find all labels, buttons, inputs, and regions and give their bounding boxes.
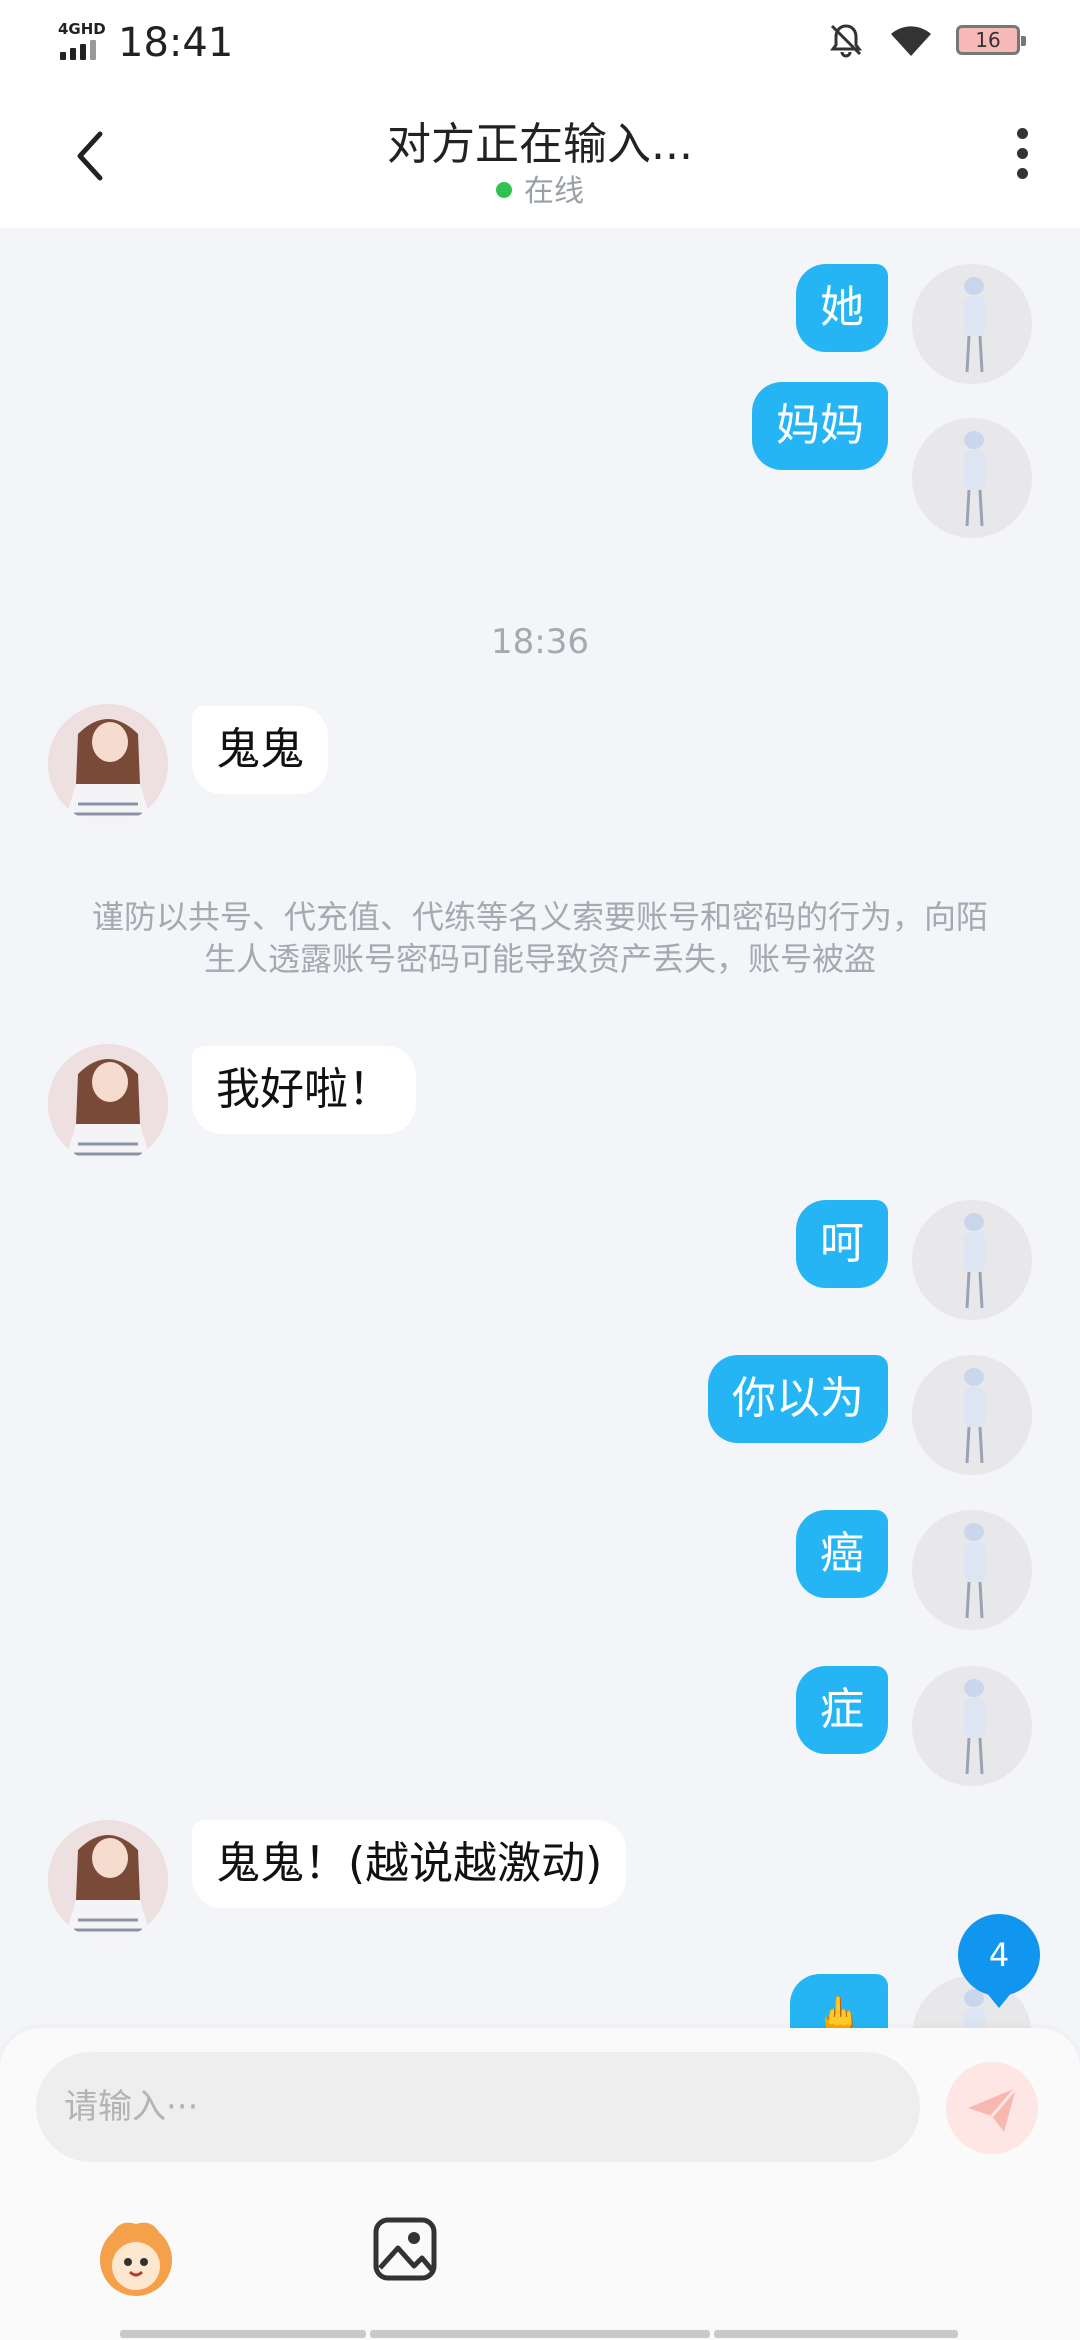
my-avatar[interactable] bbox=[912, 1355, 1032, 1475]
my-avatar[interactable] bbox=[912, 1666, 1032, 1786]
anime-girl-avatar-icon bbox=[912, 1666, 1032, 1786]
my-avatar[interactable] bbox=[912, 1200, 1032, 1320]
security-notice: 谨防以共号、代充值、代练等名义索要账号和密码的行为，向陌生人透露账号密码可能导致… bbox=[91, 898, 988, 978]
anime-maid-avatar-icon bbox=[48, 1820, 168, 1940]
anime-girl-avatar-icon bbox=[912, 1200, 1032, 1320]
image-picker-icon[interactable] bbox=[370, 2214, 440, 2284]
incoming-message-bubble[interactable]: 我好啦！ bbox=[192, 1046, 416, 1134]
emoji-sticker-icon[interactable] bbox=[88, 2208, 184, 2304]
mute-bell-icon bbox=[830, 24, 862, 58]
anime-maid-avatar-icon bbox=[48, 1044, 168, 1164]
status-bar: 4GHD 18:41 16 bbox=[0, 0, 1080, 84]
chat-title: 对方正在输入... bbox=[387, 119, 693, 170]
battery-level: 16 bbox=[975, 28, 1001, 52]
clock: 18:41 bbox=[118, 20, 234, 66]
anime-girl-avatar-icon bbox=[912, 1510, 1032, 1630]
contact-avatar[interactable] bbox=[48, 704, 168, 824]
more-options-icon[interactable] bbox=[1004, 128, 1040, 188]
network-type: 4GHD bbox=[58, 20, 106, 38]
outgoing-message-bubble[interactable]: 她 bbox=[796, 264, 888, 352]
outgoing-message-bubble[interactable]: 你以为 bbox=[708, 1355, 888, 1443]
my-avatar[interactable] bbox=[912, 1510, 1032, 1630]
incoming-message-bubble[interactable]: 鬼鬼！(越说越激动) bbox=[192, 1820, 627, 1908]
outgoing-message-bubble[interactable]: 癌 bbox=[796, 1510, 888, 1598]
outgoing-message-bubble[interactable]: 呵 bbox=[796, 1200, 888, 1288]
incoming-message-bubble[interactable]: 鬼鬼 bbox=[192, 706, 328, 794]
chat-header: 对方正在输入... 在线 bbox=[0, 84, 1080, 228]
signal-icon: 4GHD bbox=[58, 20, 106, 60]
message-composer bbox=[0, 2028, 1080, 2340]
my-avatar[interactable] bbox=[912, 418, 1032, 538]
anime-girl-avatar-icon bbox=[912, 418, 1032, 538]
anime-girl-avatar-icon bbox=[912, 264, 1032, 384]
outgoing-message-bubble[interactable]: 妈妈 bbox=[752, 382, 888, 470]
message-timestamp: 18:36 bbox=[491, 622, 589, 662]
contact-avatar[interactable] bbox=[48, 1820, 168, 1940]
anime-maid-avatar-icon bbox=[48, 704, 168, 824]
wifi-icon bbox=[891, 26, 931, 56]
system-nav-bar bbox=[0, 2330, 1080, 2340]
online-status: 在线 bbox=[0, 166, 1080, 210]
send-button[interactable] bbox=[946, 2062, 1038, 2154]
paper-plane-icon bbox=[968, 2087, 1018, 2132]
online-status-label: 在线 bbox=[524, 174, 584, 209]
message-list[interactable]: 她 妈妈 18:36 鬼鬼 谨防以共号、代充值、代练等名义索要账号和密码的行为，… bbox=[0, 228, 1080, 2028]
contact-avatar[interactable] bbox=[48, 1044, 168, 1164]
online-dot-icon bbox=[496, 182, 512, 198]
battery-icon: 16 bbox=[956, 25, 1026, 55]
message-input[interactable] bbox=[36, 2052, 920, 2162]
outgoing-message-bubble[interactable]: 症 bbox=[796, 1666, 888, 1754]
outgoing-message-bubble[interactable]: 🖕 bbox=[790, 1974, 888, 2028]
anime-girl-avatar-icon bbox=[912, 1355, 1032, 1475]
my-avatar[interactable] bbox=[912, 264, 1032, 384]
unread-count-badge[interactable]: 4 bbox=[958, 1914, 1040, 2008]
